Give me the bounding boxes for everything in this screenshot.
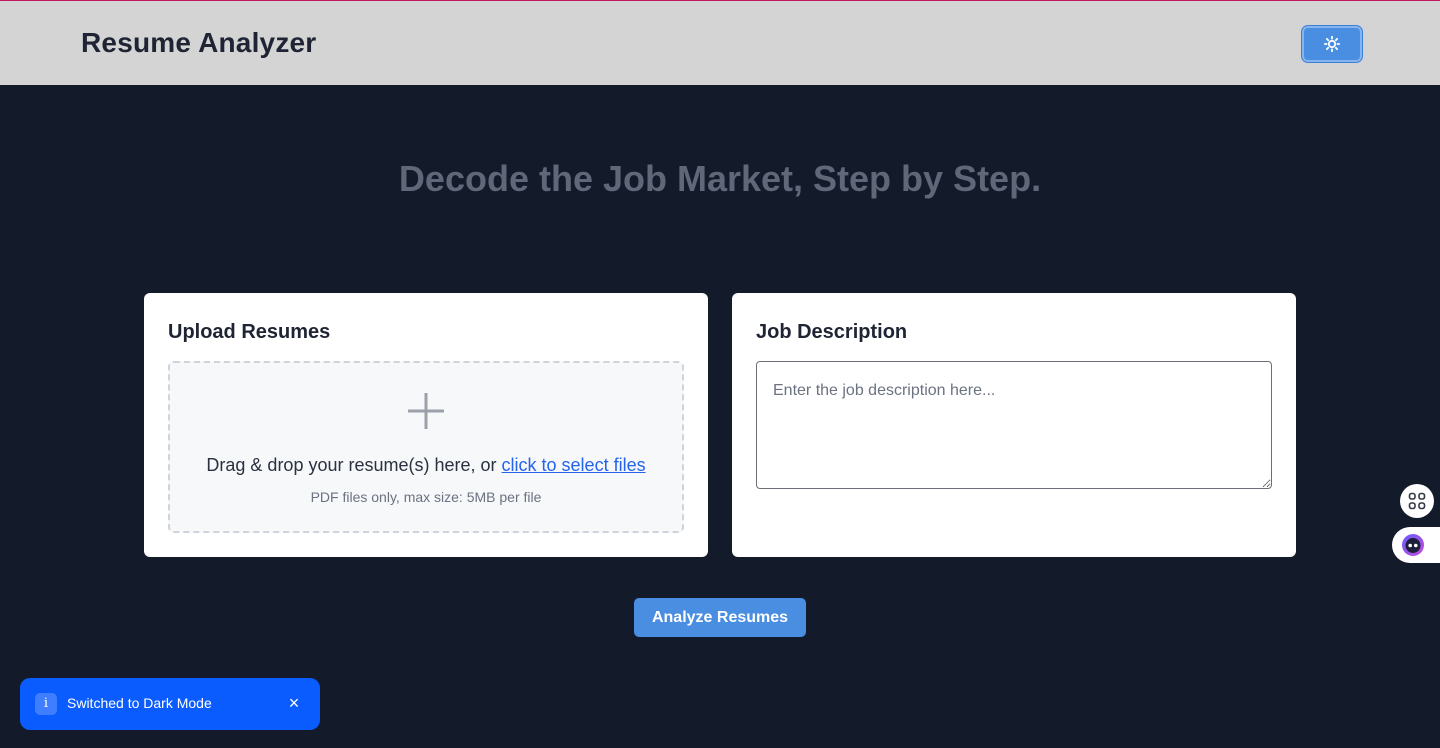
analyze-resumes-button[interactable]: Analyze Resumes [634, 598, 806, 637]
dropzone-text: Drag & drop your resume(s) here, or clic… [170, 455, 682, 476]
toast-close-button[interactable]: × [284, 692, 304, 714]
hero-heading: Decode the Job Market, Step by Step. [398, 158, 1042, 199]
job-description-input[interactable] [756, 361, 1272, 489]
sun-icon [1324, 36, 1340, 52]
toast-message: Switched to Dark Mode [67, 695, 212, 711]
upload-resumes-card: Upload Resumes Drag & drop your resume(s… [144, 293, 708, 557]
assistant-bot-icon [1402, 534, 1424, 556]
floating-assistant-button[interactable] [1392, 527, 1440, 563]
resume-dropzone[interactable]: Drag & drop your resume(s) here, or clic… [168, 361, 684, 533]
plus-icon [408, 393, 444, 429]
app-header: Resume Analyzer [0, 1, 1440, 85]
grid-apps-icon [1408, 492, 1426, 510]
job-card-title: Job Description [756, 321, 908, 343]
toast-notification: i Switched to Dark Mode × [20, 678, 320, 730]
job-description-card: Job Description [732, 293, 1296, 557]
floating-apps-button[interactable] [1400, 484, 1434, 518]
upload-card-title: Upload Resumes [168, 321, 331, 343]
select-files-link[interactable]: click to select files [502, 455, 646, 475]
info-icon: i [35, 693, 57, 715]
dropzone-hint: PDF files only, max size: 5MB per file [310, 489, 542, 505]
app-title: Resume Analyzer [81, 27, 317, 58]
dropzone-instruction: Drag & drop your resume(s) here, or [206, 455, 502, 475]
theme-toggle-button[interactable] [1302, 26, 1362, 62]
